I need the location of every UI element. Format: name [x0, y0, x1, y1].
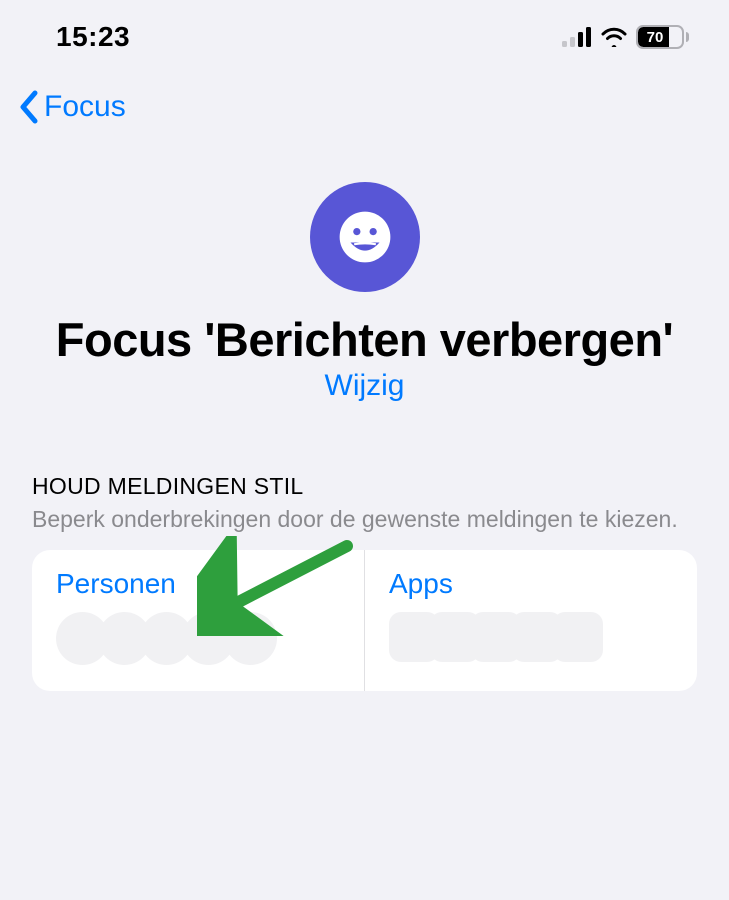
back-label: Focus	[44, 90, 126, 124]
status-time: 15:23	[56, 21, 130, 53]
people-avatars	[56, 612, 340, 665]
notifications-section: HOUD MELDINGEN STIL Beperk onderbrekinge…	[0, 413, 729, 691]
notification-cards: Personen Apps	[32, 550, 697, 691]
app-placeholder	[553, 612, 603, 662]
status-right: 70	[562, 25, 689, 49]
cellular-icon	[562, 27, 592, 47]
page-title: Focus 'Berichten verbergen'	[40, 314, 689, 367]
back-button[interactable]: Focus	[18, 90, 126, 124]
people-card-title: Personen	[56, 568, 340, 600]
wifi-icon	[600, 27, 628, 47]
apps-card-title: Apps	[389, 568, 673, 600]
apps-card[interactable]: Apps	[365, 550, 697, 691]
battery-text: 70	[638, 27, 682, 47]
battery-indicator: 70	[636, 25, 689, 49]
edit-button[interactable]: Wijzig	[325, 369, 405, 403]
status-bar: 15:23 70	[0, 0, 729, 60]
focus-header: Focus 'Berichten verbergen' Wijzig	[0, 136, 729, 413]
chevron-left-icon	[18, 90, 40, 124]
focus-smiley-icon	[310, 182, 420, 292]
people-card[interactable]: Personen	[32, 550, 364, 691]
avatar-placeholder	[224, 612, 277, 665]
app-tiles	[389, 612, 673, 662]
section-heading: HOUD MELDINGEN STIL	[32, 473, 697, 500]
section-subtext: Beperk onderbrekingen door de gewenste m…	[32, 504, 697, 534]
nav-bar: Focus	[0, 60, 729, 136]
